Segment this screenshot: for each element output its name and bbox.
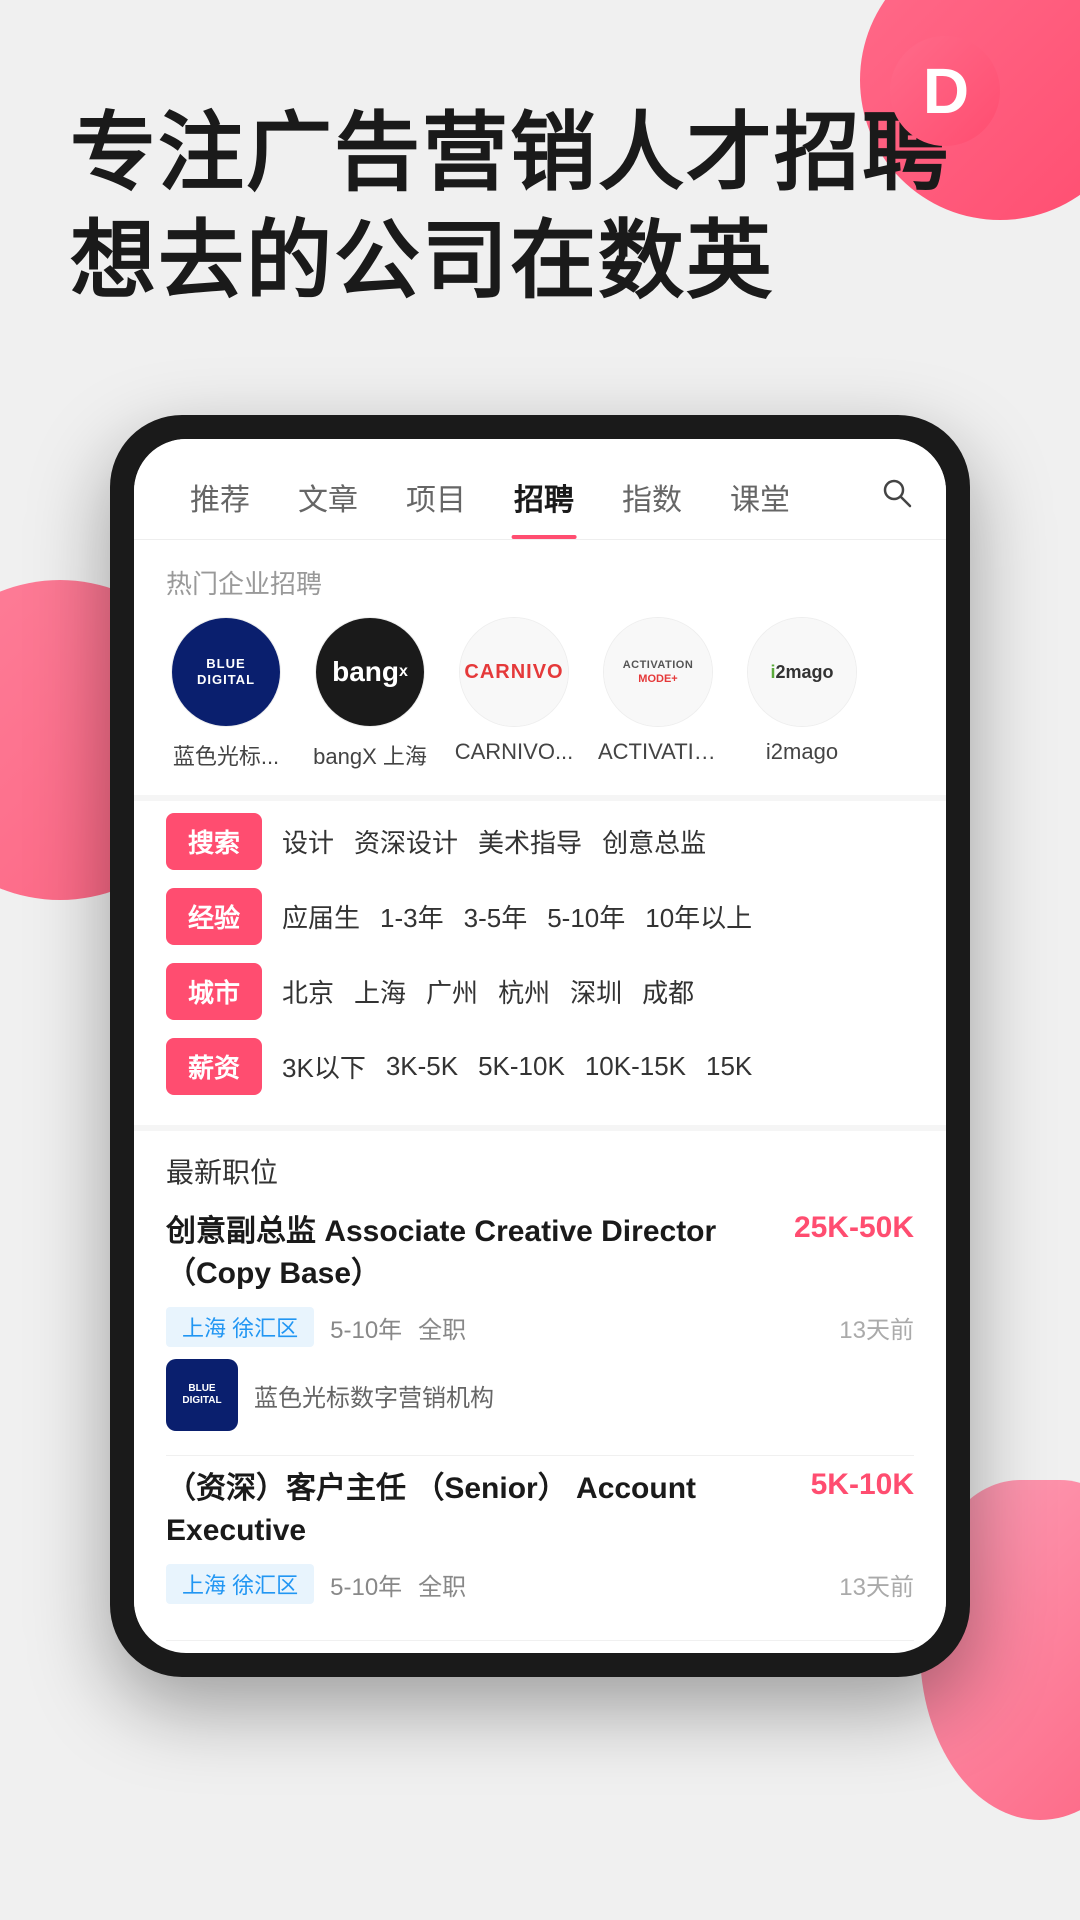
company-name-text-1: 蓝色光标数字营销机构 [254, 1378, 494, 1413]
company-item-activation[interactable]: ACTIVATION MODE+ ACTIVATIO... [598, 617, 718, 771]
filter-item-senior-design[interactable]: 资深设计 [354, 823, 458, 860]
company-logo-blue-digital: BLUE DIGITAL [171, 617, 281, 727]
filter-section: 搜索 设计 资深设计 美术指导 创意总监 经验 应届生 1-3年 3-5年 5-… [134, 795, 946, 1125]
filter-item-5-10[interactable]: 5-10年 [547, 898, 625, 935]
companies-scroll: BLUE DIGITAL 蓝色光标... bangx bangX 上海 [134, 617, 946, 795]
app-content: 推荐 文章 项目 招聘 指数 课堂 热门企业招聘 [134, 439, 946, 1641]
company-logo-carnivo: CARNIVO [459, 617, 569, 727]
filter-item-art-director[interactable]: 美术指导 [478, 823, 582, 860]
latest-jobs-section: 最新职位 创意副总监 Associate Creative Director（C… [134, 1125, 946, 1641]
filter-row-search: 搜索 设计 资深设计 美术指导 创意总监 [166, 813, 914, 870]
nav-tabs: 推荐 文章 项目 招聘 指数 课堂 [134, 439, 946, 540]
filter-item-3-5[interactable]: 3-5年 [464, 898, 528, 935]
latest-jobs-title: 最新职位 [166, 1151, 914, 1191]
company-logo-small-1: BLUE DIGITAL [166, 1359, 238, 1431]
job-salary-1: 25K-50K [794, 1211, 914, 1245]
filter-item-shanghai[interactable]: 上海 [354, 973, 406, 1010]
filter-item-chengdu[interactable]: 成都 [642, 973, 694, 1010]
hero-line1: 专注广告营销人才招聘 [70, 100, 1020, 208]
filter-item-beijing[interactable]: 北京 [282, 973, 334, 1010]
filter-item-shenzhen[interactable]: 深圳 [570, 973, 622, 1010]
filter-item-guangzhou[interactable]: 广州 [426, 973, 478, 1010]
company-name-i2mago: i2mago [766, 739, 838, 765]
company-item-blue-digital[interactable]: BLUE DIGITAL 蓝色光标... [166, 617, 286, 771]
job-location-1: 上海 徐汇区 [166, 1307, 314, 1347]
job-type-1: 全职 [418, 1310, 466, 1345]
filter-item-3k-5k[interactable]: 3K-5K [386, 1051, 458, 1082]
company-name-carnivo: CARNIVO... [455, 739, 574, 765]
job-time-1: 13天前 [839, 1310, 914, 1345]
filter-item-under3k[interactable]: 3K以下 [282, 1048, 366, 1085]
filter-item-hangzhou[interactable]: 杭州 [498, 973, 550, 1010]
filter-item-fresh[interactable]: 应届生 [282, 898, 360, 935]
hot-companies-label: 热门企业招聘 [134, 540, 946, 617]
phone-inner: 推荐 文章 项目 招聘 指数 课堂 热门企业招聘 [134, 439, 946, 1653]
job-salary-2: 5K-10K [811, 1468, 914, 1502]
company-name-bangx: bangX 上海 [313, 739, 427, 771]
filter-item-10plus[interactable]: 10年以上 [645, 898, 752, 935]
company-item-i2mago[interactable]: i2mago i2mago [742, 617, 862, 771]
job-time-2: 13天前 [839, 1567, 914, 1602]
tab-project[interactable]: 项目 [382, 475, 490, 539]
phone-outer: 推荐 文章 项目 招聘 指数 课堂 热门企业招聘 [110, 415, 970, 1677]
tab-course[interactable]: 课堂 [706, 475, 814, 539]
filter-row-city: 城市 北京 上海 广州 杭州 深圳 成都 [166, 963, 914, 1020]
filter-item-creative-director[interactable]: 创意总监 [602, 823, 706, 860]
company-logo-activation: ACTIVATION MODE+ [603, 617, 713, 727]
filter-item-1-3[interactable]: 1-3年 [380, 898, 444, 935]
tab-article[interactable]: 文章 [274, 475, 382, 539]
job-card-1[interactable]: 创意副总监 Associate Creative Director（Copy B… [166, 1211, 914, 1456]
job-location-2: 上海 徐汇区 [166, 1564, 314, 1604]
job-title-2: （资深）客户主任 （Senior） Account Executive [166, 1468, 811, 1552]
company-name-blue-digital: 蓝色光标... [173, 739, 279, 771]
tab-recommend[interactable]: 推荐 [166, 475, 274, 539]
filter-label-experience[interactable]: 经验 [166, 888, 262, 945]
company-logo-i2mago: i2mago [747, 617, 857, 727]
filter-label-city[interactable]: 城市 [166, 963, 262, 1020]
filter-label-search[interactable]: 搜索 [166, 813, 262, 870]
phone-wrapper: 推荐 文章 项目 招聘 指数 课堂 热门企业招聘 [0, 415, 1080, 1677]
filter-row-experience: 经验 应届生 1-3年 3-5年 5-10年 10年以上 [166, 888, 914, 945]
company-item-carnivo[interactable]: CARNIVO CARNIVO... [454, 617, 574, 771]
job-title-row-2: （资深）客户主任 （Senior） Account Executive 5K-1… [166, 1468, 914, 1552]
job-type-2: 全职 [418, 1567, 466, 1602]
company-logo-bangx: bangx [315, 617, 425, 727]
filter-item-15kplus[interactable]: 15K [706, 1051, 752, 1082]
job-meta-row-1: 上海 徐汇区 5-10年 全职 13天前 [166, 1307, 914, 1347]
company-item-bangx[interactable]: bangx bangX 上海 [310, 617, 430, 771]
filter-row-salary: 薪资 3K以下 3K-5K 5K-10K 10K-15K 15K [166, 1038, 914, 1095]
tab-index[interactable]: 指数 [598, 475, 706, 539]
filter-item-5k-10k[interactable]: 5K-10K [478, 1051, 565, 1082]
filter-item-10k-15k[interactable]: 10K-15K [585, 1051, 686, 1082]
job-experience-2: 5-10年 [330, 1567, 402, 1602]
app-logo[interactable]: D [890, 36, 1000, 146]
hero-title: 专注广告营销人才招聘 想去的公司在数英 [70, 100, 1020, 315]
job-meta-row-2: 上海 徐汇区 5-10年 全职 13天前 [166, 1564, 914, 1604]
job-card-2[interactable]: （资深）客户主任 （Senior） Account Executive 5K-1… [166, 1468, 914, 1641]
app-logo-letter: D [923, 54, 967, 128]
filter-label-salary[interactable]: 薪资 [166, 1038, 262, 1095]
company-name-activation: ACTIVATIO... [598, 739, 718, 765]
hero-line2: 想去的公司在数英 [70, 208, 1020, 316]
job-title-row-1: 创意副总监 Associate Creative Director（Copy B… [166, 1211, 914, 1295]
job-title-1: 创意副总监 Associate Creative Director（Copy B… [166, 1211, 794, 1295]
job-experience-1: 5-10年 [330, 1310, 402, 1345]
tab-jobs[interactable]: 招聘 [490, 475, 598, 539]
filter-item-design[interactable]: 设计 [282, 823, 334, 860]
search-icon[interactable] [880, 476, 914, 539]
company-row-1: BLUE DIGITAL 蓝色光标数字营销机构 [166, 1359, 914, 1431]
